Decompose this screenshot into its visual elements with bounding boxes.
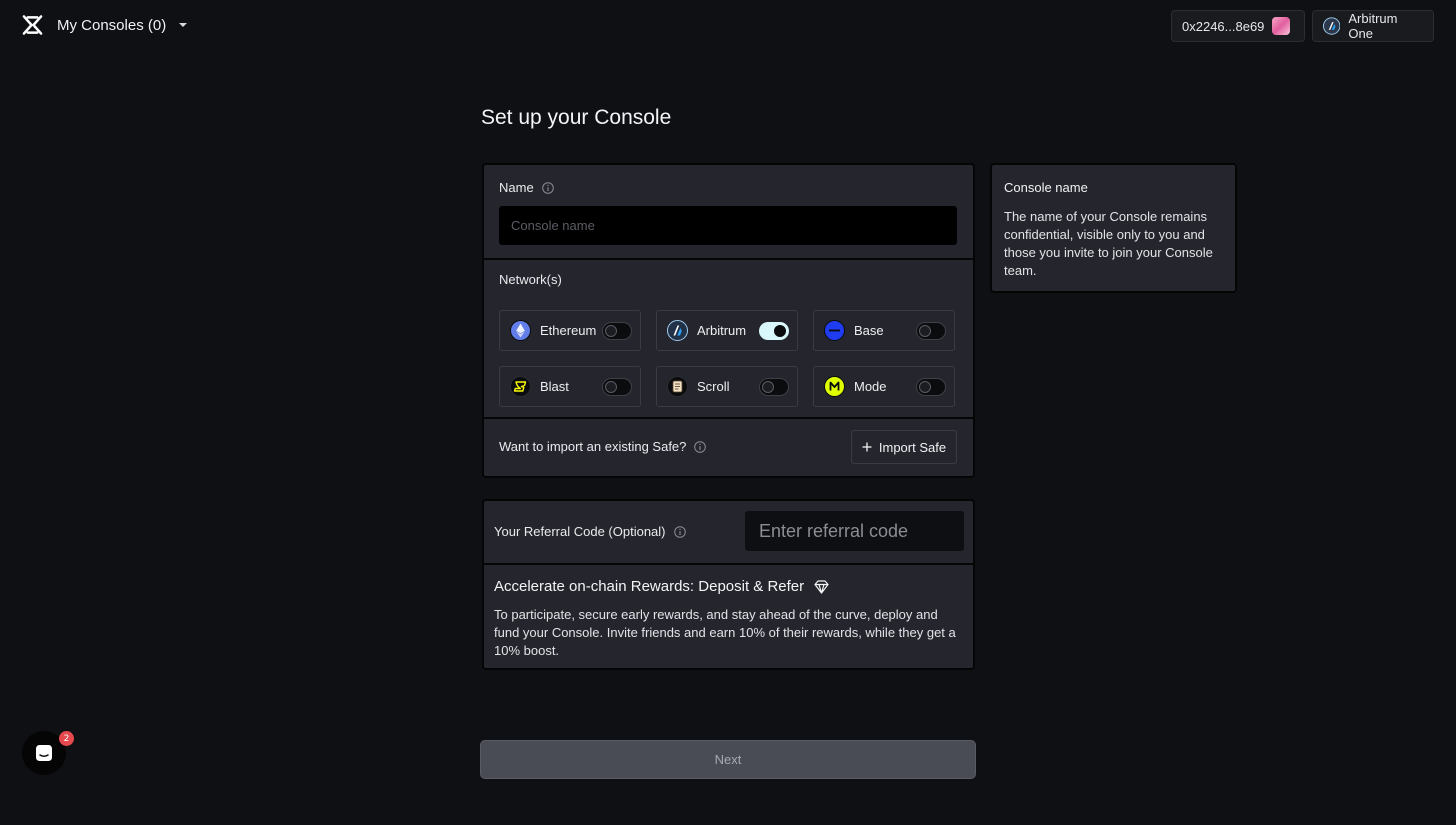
next-button[interactable]: Next (480, 740, 976, 779)
networks-label: Network(s) (499, 272, 562, 287)
referral-code-input[interactable] (745, 511, 964, 551)
name-label-row: Name (499, 180, 554, 195)
network-section: Network(s) Ethereum Arbitrum Base Blast … (484, 258, 973, 417)
diamond-icon (814, 579, 829, 594)
toggle-knob (919, 324, 931, 337)
import-question: Want to import an existing Safe? (499, 439, 687, 454)
wallet-avatar (1272, 17, 1291, 35)
console-name-input[interactable] (499, 206, 957, 245)
info-icon[interactable] (673, 525, 686, 538)
info-title: Console name (1004, 180, 1088, 195)
chat-icon (36, 745, 52, 761)
ethereum-icon (510, 320, 531, 341)
toggle-knob (774, 324, 786, 337)
network-name-arbitrum: Arbitrum (697, 323, 747, 338)
arbitrum-icon (1323, 17, 1341, 35)
network-name-blast: Blast (540, 379, 569, 394)
top-bar: My Consoles (0) 0x2246...8e69 Arbitrum O… (0, 0, 1456, 52)
network-tile-arbitrum[interactable]: Arbitrum (656, 310, 798, 351)
console-title: My Consoles (0) (57, 16, 167, 34)
blast-icon (510, 376, 531, 397)
base-icon (824, 320, 845, 341)
import-safe-label: Import Safe (878, 439, 947, 455)
referral-section: Your Referral Code (Optional) (484, 501, 973, 563)
network-name-ethereum: Ethereum (540, 323, 597, 338)
console-name-info-card: Console name The name of your Console re… (990, 163, 1237, 293)
network-selector[interactable]: Arbitrum One (1312, 10, 1434, 42)
page-title: Set up your Console (481, 106, 672, 129)
import-label-row: Want to import an existing Safe? (499, 439, 707, 454)
network-name-mode: Mode (854, 379, 887, 394)
import-section: Want to import an existing Safe? Import … (484, 417, 973, 476)
wallet-address: 0x2246...8e69 (1182, 18, 1265, 34)
import-safe-button[interactable]: Import Safe (851, 430, 957, 464)
arbitrum-toggle[interactable] (759, 321, 789, 340)
scroll-toggle[interactable] (759, 377, 789, 396)
name-label: Name (499, 180, 534, 195)
network-name: Arbitrum One (1348, 11, 1398, 41)
promo-title: Accelerate on-chain Rewards: Deposit & R… (494, 578, 805, 595)
network-name-base: Base (854, 323, 884, 338)
network-name-scroll: Scroll (697, 379, 730, 394)
network-tile-base[interactable]: Base (813, 310, 955, 351)
mode-toggle[interactable] (916, 377, 946, 396)
rewards-promo: Accelerate on-chain Rewards: Deposit & R… (484, 563, 973, 668)
mode-icon (824, 376, 845, 397)
toggle-knob (762, 380, 774, 393)
wallet-button[interactable]: 0x2246...8e69 (1171, 10, 1305, 42)
network-tile-scroll[interactable]: Scroll (656, 366, 798, 407)
network-tile-ethereum[interactable]: Ethereum (499, 310, 641, 351)
promo-title-row: Accelerate on-chain Rewards: Deposit & R… (494, 578, 829, 595)
toggle-knob (919, 380, 931, 393)
toggle-knob (605, 380, 617, 393)
notification-badge: 2 (59, 731, 74, 746)
ethereum-toggle[interactable] (602, 321, 632, 340)
name-section: Name (484, 165, 973, 258)
network-tile-mode[interactable]: Mode (813, 366, 955, 407)
network-tile-blast[interactable]: Blast (499, 366, 641, 407)
referral-card: Your Referral Code (Optional) Accelerate… (482, 499, 975, 670)
info-icon[interactable] (694, 440, 707, 453)
info-icon[interactable] (541, 181, 554, 194)
toggle-knob (605, 324, 617, 337)
arbitrum-icon (667, 320, 688, 341)
console-setup-card: Name Network(s) Ethereum (482, 163, 975, 478)
scroll-icon (667, 376, 688, 397)
referral-label-row: Your Referral Code (Optional) (494, 524, 686, 539)
promo-body: To participate, secure early rewards, an… (494, 607, 956, 658)
console-switcher[interactable]: My Consoles (0) (22, 14, 188, 36)
brand-logo-icon (22, 15, 43, 35)
chevron-down-icon (179, 23, 188, 27)
referral-label: Your Referral Code (Optional) (494, 524, 666, 539)
plus-icon (862, 442, 872, 452)
base-toggle[interactable] (916, 321, 946, 340)
blast-toggle[interactable] (602, 377, 632, 396)
info-body: The name of your Console remains confide… (1004, 209, 1213, 278)
